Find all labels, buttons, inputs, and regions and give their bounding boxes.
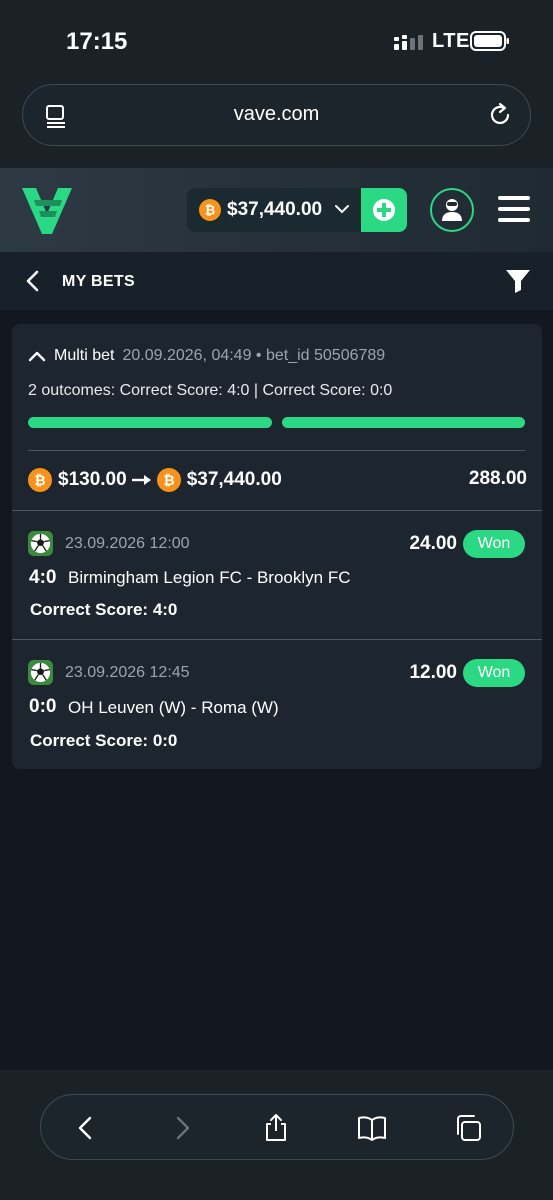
battery-icon	[470, 31, 509, 51]
balance-amount: $37,440.00	[227, 199, 323, 220]
forward-icon[interactable]	[167, 1113, 197, 1143]
leg-teams: OH Leuven (W) - Roma (W)	[68, 698, 279, 717]
bet-outcomes: 2 outcomes: Correct Score: 4:0 | Correct…	[28, 382, 393, 399]
filter-icon[interactable]	[505, 268, 531, 294]
my-bets-subheader: MY BETS	[0, 252, 553, 310]
stake-amount: $130.00	[58, 469, 127, 490]
progress-segment	[281, 417, 525, 428]
svg-text:₿: ₿	[163, 473, 174, 489]
share-icon[interactable]	[261, 1113, 291, 1143]
progress-segment	[28, 417, 272, 428]
stake-row: ₿ $130.00 ₿ $37,440.00	[28, 468, 528, 492]
deposit-button[interactable]	[361, 188, 407, 232]
status-badge: Won	[463, 530, 525, 558]
chevron-left-icon[interactable]	[24, 270, 40, 292]
site-header: ₿ $37,440.00	[0, 168, 553, 252]
leg-odds: 12.00	[409, 662, 457, 683]
leg-score: 4:0	[29, 567, 57, 588]
arrow-right-icon	[131, 475, 151, 485]
svg-text:₿: ₿	[34, 473, 45, 489]
vave-logo-icon[interactable]	[22, 184, 72, 236]
status-bar: 17:15 LTE	[0, 0, 553, 80]
balance-box[interactable]: ₿ $37,440.00	[187, 188, 407, 232]
profile-button[interactable]	[430, 188, 474, 232]
svg-text:₿: ₿	[205, 204, 215, 219]
leg-datetime: 23.09.2026 12:45	[65, 664, 190, 681]
leg-teams: Birmingham Legion FC - Brooklyn FC	[68, 568, 351, 587]
menu-icon[interactable]	[498, 194, 530, 224]
bet-leg[interactable]: 23.09.2026 12:00 24.00 Won 4:0 Birmingha…	[12, 511, 542, 639]
bookmarks-icon[interactable]	[357, 1113, 387, 1143]
bet-meta: 20.09.2026, 04:49 • bet_id 50506789	[122, 347, 386, 364]
bet-type: Multi bet	[54, 347, 115, 364]
browser-toolbar-area	[0, 1070, 553, 1200]
url-text[interactable]: vave.com	[23, 103, 530, 126]
tabs-icon[interactable]	[453, 1113, 483, 1143]
user-icon	[442, 199, 462, 221]
browser-address-area: vave.com	[0, 80, 553, 168]
leg-datetime: 23.09.2026 12:00	[65, 535, 190, 552]
bitcoin-icon: ₿	[28, 468, 52, 492]
leg-odds: 24.00	[409, 533, 457, 554]
soccer-ball-icon	[28, 660, 53, 685]
leg-score: 0:0	[29, 696, 57, 717]
signal-icon	[394, 35, 423, 50]
plus-icon	[373, 199, 395, 221]
bet-progress	[28, 417, 525, 428]
bet-leg[interactable]: 23.09.2026 12:45 12.00 Won 0:0 OH Leuven…	[12, 640, 542, 768]
back-icon[interactable]	[71, 1113, 101, 1143]
network-label: LTE	[432, 30, 470, 52]
chevron-down-icon[interactable]	[335, 204, 349, 214]
bet-summary[interactable]: Multi bet 20.09.2026, 04:49 • bet_id 505…	[28, 346, 528, 366]
leg-selection: Correct Score: 0:0	[30, 731, 178, 750]
leg-selection: Correct Score: 4:0	[30, 600, 178, 619]
divider	[28, 450, 525, 451]
page-title: MY BETS	[62, 273, 135, 290]
total-odds: 288.00	[468, 468, 527, 489]
status-badge: Won	[463, 659, 525, 687]
bitcoin-icon: ₿	[199, 199, 221, 221]
chevron-up-icon[interactable]	[28, 350, 46, 362]
bitcoin-icon: ₿	[156, 468, 181, 492]
reload-icon[interactable]	[486, 101, 514, 129]
bet-card: Multi bet 20.09.2026, 04:49 • bet_id 505…	[12, 324, 542, 769]
address-bar[interactable]: vave.com	[22, 84, 531, 146]
soccer-ball-icon	[28, 531, 53, 556]
status-time: 17:15	[66, 28, 128, 55]
browser-toolbar	[40, 1094, 514, 1160]
payout-amount: $37,440.00	[186, 469, 282, 490]
